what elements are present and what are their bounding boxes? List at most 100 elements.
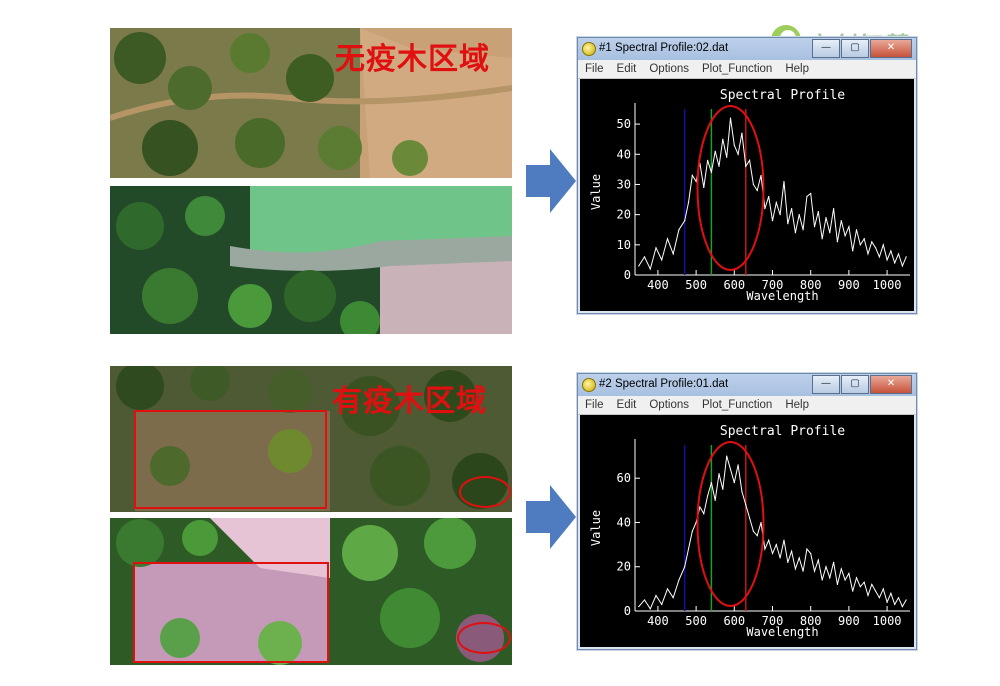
- window-title: #2 Spectral Profile:01.dat: [599, 378, 729, 390]
- spectrum-point: [737, 153, 739, 155]
- spectrum-point: [779, 557, 781, 559]
- spectrum-point: [687, 548, 690, 550]
- spectrum-point: [703, 186, 705, 189]
- menu-file[interactable]: File: [585, 63, 604, 75]
- spectrum-point: [848, 226, 850, 228]
- menu-edit[interactable]: Edit: [617, 63, 637, 75]
- chart-title: Spectral Profile: [720, 88, 845, 103]
- y-tick-label: 0: [624, 604, 631, 618]
- spectrum-point: [666, 238, 669, 240]
- spectrum-point: [756, 189, 758, 192]
- spectrum-point: [718, 473, 720, 475]
- window-title: #1 Spectral Profile:02.dat: [599, 42, 729, 54]
- spectrum-point: [806, 195, 808, 198]
- aerial-photo-infected-false-color: [110, 518, 512, 665]
- spectrum-point: [764, 548, 766, 550]
- menu-options[interactable]: Options: [649, 63, 689, 75]
- x-tick-label: 600: [723, 278, 745, 292]
- highlight-ellipse: [696, 441, 765, 607]
- y-tick-label: 20: [617, 560, 631, 574]
- infected-area-box: [133, 562, 329, 663]
- spectrum-point: [840, 220, 842, 222]
- menu-options[interactable]: Options: [649, 399, 689, 411]
- minimize-button[interactable]: —: [812, 39, 840, 58]
- spectrum-point: [661, 259, 663, 261]
- spectrum-point: [829, 232, 831, 234]
- spectrum-point: [871, 241, 873, 243]
- aerial-photo-healthy-false-color: [110, 186, 512, 334]
- spectrum-point: [855, 229, 858, 231]
- menu-plot-function[interactable]: Plot_Function: [702, 399, 772, 411]
- spectrum-point: [779, 214, 781, 216]
- spectrum-point: [836, 583, 839, 586]
- spectrum-point: [817, 211, 819, 213]
- maximize-button[interactable]: ▢: [841, 375, 869, 394]
- spectrum-point: [710, 171, 712, 173]
- maximize-button[interactable]: ▢: [841, 39, 869, 58]
- spectrum-point: [848, 572, 850, 574]
- spectrum-point: [897, 597, 900, 599]
- spectrum-point: [768, 539, 770, 541]
- spectrum-point: [894, 603, 896, 605]
- spectral-profile-window-2[interactable]: #2 Spectral Profile:01.dat — ▢ ✕ File Ed…: [577, 373, 917, 650]
- spectrum-point: [852, 590, 854, 592]
- spectrum-point: [760, 174, 762, 176]
- spectrum-point: [643, 599, 646, 601]
- spectrum-point: [733, 144, 735, 146]
- spectrum-point: [684, 220, 686, 222]
- spectrum-point: [829, 577, 831, 579]
- close-button[interactable]: ✕: [870, 39, 912, 58]
- menu-file[interactable]: File: [585, 399, 604, 411]
- spectrum-point: [771, 220, 774, 222]
- spectrum-point: [825, 217, 827, 219]
- spectrum-point: [863, 581, 865, 583]
- spectrum-point: [655, 247, 657, 249]
- y-axis-label: Value: [589, 510, 603, 546]
- spectrum-point: [752, 530, 755, 532]
- spectrum-point: [726, 156, 728, 158]
- spectrum-point: [699, 506, 701, 508]
- spectral-plot-area: Spectral Profile 0 10 20 30 40 50 400 500 600 700 8…: [580, 79, 914, 311]
- y-tick-label: 20: [617, 208, 631, 222]
- menu-help[interactable]: Help: [785, 399, 809, 411]
- spectrum-point: [886, 259, 888, 261]
- spectrum-point: [833, 208, 835, 210]
- spectrum-point: [875, 247, 877, 249]
- menu-help[interactable]: Help: [785, 63, 809, 75]
- spectrum-point: [878, 256, 881, 258]
- menu-plot-function[interactable]: Plot_Function: [702, 63, 772, 75]
- y-tick-label: 10: [617, 238, 631, 252]
- spectrum-point: [901, 605, 903, 608]
- spectrum-point: [802, 229, 804, 231]
- close-button[interactable]: ✕: [870, 375, 912, 394]
- spectrum-point: [714, 150, 716, 152]
- window-titlebar[interactable]: #2 Spectral Profile:01.dat — ▢ ✕: [578, 374, 916, 396]
- spectrum-point: [905, 256, 907, 258]
- spectrum-point: [678, 229, 680, 231]
- spectrum-point: [666, 588, 669, 590]
- spectrum-point: [729, 468, 732, 470]
- spectrum-point: [775, 544, 777, 546]
- spectral-plot-area: Spectral Profile 0 20 40 60 400 500 600 700 800 90…: [580, 415, 914, 647]
- arrow-right-icon: [526, 485, 576, 549]
- spectral-profile-chart: Spectral Profile0204060400 500 600 700 800 90…: [589, 424, 910, 639]
- spectrum-point: [748, 159, 751, 161]
- y-tick-label: 60: [617, 471, 631, 485]
- spectrum-point: [794, 232, 797, 234]
- minimize-button[interactable]: —: [812, 375, 840, 394]
- spectrum-point: [684, 566, 686, 568]
- spectrum-point: [852, 250, 854, 252]
- idl-app-icon: [582, 378, 596, 392]
- menu-bar: File Edit Options Plot_Function Help: [578, 396, 916, 415]
- spectrum-point: [878, 597, 881, 599]
- menu-edit[interactable]: Edit: [617, 399, 637, 411]
- spectrum-point: [787, 561, 789, 563]
- spectrum-point: [905, 599, 907, 601]
- spectrum-point: [825, 566, 827, 568]
- window-titlebar[interactable]: #1 Spectral Profile:02.dat — ▢ ✕: [578, 38, 916, 60]
- spectrum-point: [790, 550, 793, 552]
- infected-tree-circle: [459, 476, 511, 508]
- infected-area-box: [134, 410, 327, 509]
- highlight-ellipse: [696, 105, 765, 271]
- spectral-profile-window-1[interactable]: #1 Spectral Profile:02.dat — ▢ ✕ File Ed…: [577, 37, 917, 314]
